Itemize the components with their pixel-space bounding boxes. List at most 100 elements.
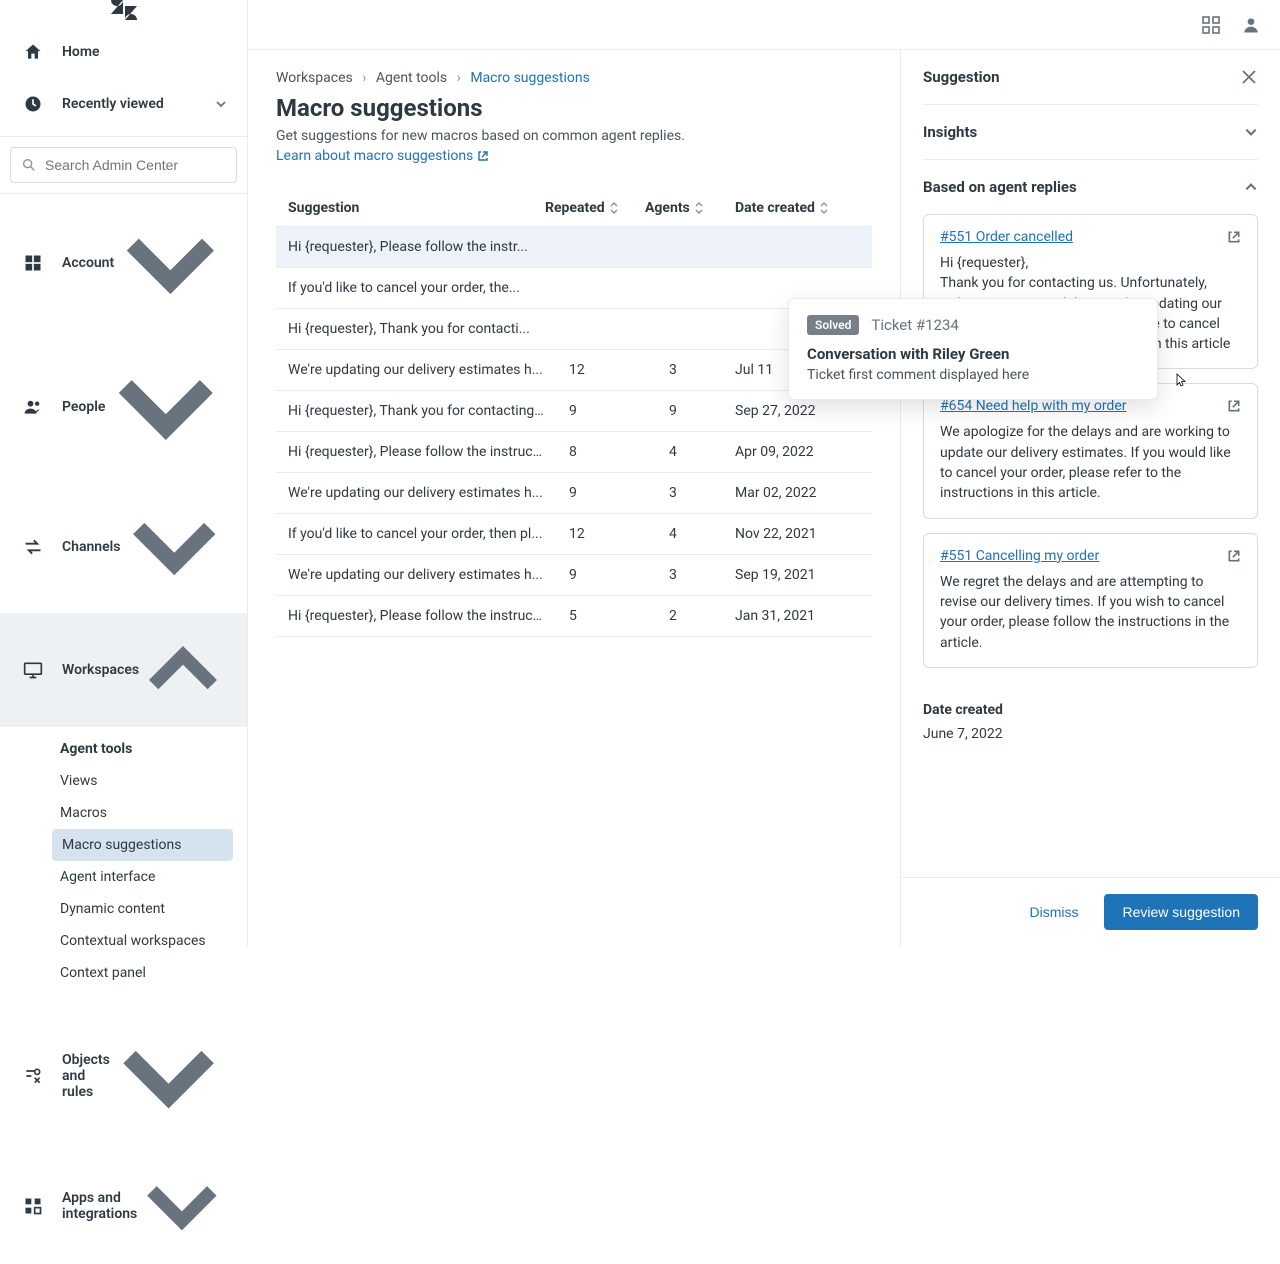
table-row[interactable]: Hi {requester}, Please follow the instru… [276, 432, 872, 473]
reply-ticket-link[interactable]: #551 Cancelling my order [940, 548, 1099, 564]
panel-section-replies: Based on agent replies #551 Order cancel… [923, 159, 1258, 668]
sidebar-item-home[interactable]: Home [0, 26, 247, 78]
sidebar: Home Recently viewed Account People [0, 0, 248, 946]
cell-date: Nov 22, 2021 [735, 526, 860, 542]
subnav-macro-suggestions[interactable]: Macro suggestions [52, 829, 233, 861]
subnav-agent-tools[interactable]: Agent tools [0, 733, 233, 765]
cursor-icon [1173, 372, 1189, 388]
cell-agents: 3 [645, 362, 735, 378]
account-icon [20, 250, 46, 276]
subnav-context-panel[interactable]: Context panel [0, 957, 233, 989]
table-header: Suggestion Repeated Agents Date created [276, 190, 872, 227]
search-input[interactable] [45, 157, 226, 173]
external-link-icon [477, 150, 489, 162]
breadcrumb-item[interactable]: Agent tools [376, 70, 447, 86]
table-row[interactable]: Hi {requester}, Thank you for contacting… [276, 391, 872, 432]
user-avatar-icon[interactable] [1240, 14, 1262, 36]
reply-ticket-link[interactable]: #551 Order cancelled [940, 229, 1073, 245]
sidebar-item-label: Home [62, 44, 227, 60]
cell-suggestion: Hi {requester}, Please follow the instru… [288, 608, 545, 624]
chevron-down-icon [137, 1161, 227, 1251]
th-repeated[interactable]: Repeated [545, 200, 645, 216]
dismiss-button[interactable]: Dismiss [1015, 894, 1092, 930]
sidebar-section-objects[interactable]: Objects and rules [0, 1005, 247, 1148]
ticket-id: Ticket #1234 [871, 316, 958, 334]
subnav-dynamic-content[interactable]: Dynamic content [0, 893, 233, 925]
learn-link[interactable]: Learn about macro suggestions [276, 148, 489, 164]
cell-repeated [545, 280, 645, 296]
breadcrumb-sep: › [362, 70, 366, 86]
close-icon[interactable] [1240, 68, 1258, 86]
th-agents[interactable]: Agents [645, 200, 735, 216]
cell-suggestion: Hi {requester}, Thank you for contacting… [288, 403, 545, 419]
review-suggestion-button[interactable]: Review suggestion [1104, 894, 1258, 930]
panel-section-insights: Insights [923, 104, 1258, 159]
cell-repeated: 5 [545, 608, 645, 624]
table-row[interactable]: If you'd like to cancel your order, then… [276, 514, 872, 555]
table-row[interactable]: Hi {requester}, Please follow the instr.… [276, 227, 872, 268]
table-row[interactable]: Hi {requester}, Thank you for contacti..… [276, 309, 872, 350]
sidebar-section-account[interactable]: Account [0, 194, 247, 333]
table-row[interactable]: Hi {requester}, Please follow the instru… [276, 596, 872, 637]
cell-repeated: 9 [545, 403, 645, 419]
sort-icon [819, 201, 829, 215]
subnav-agent-interface[interactable]: Agent interface [0, 861, 233, 893]
sidebar-section-apps[interactable]: Apps and integrations [0, 1148, 247, 1264]
clock-icon [20, 91, 46, 117]
section-head-insights[interactable]: Insights [923, 105, 1258, 159]
search-icon [21, 156, 37, 174]
sidebar-section-workspaces[interactable]: Workspaces [0, 613, 247, 727]
content-wrap: Workspaces › Agent tools › Macro suggest… [248, 50, 1280, 946]
table-row[interactable]: We're updating our delivery estimates h.… [276, 555, 872, 596]
cell-repeated: 9 [545, 567, 645, 583]
external-link-icon[interactable] [1227, 549, 1241, 563]
panel-title: Suggestion [923, 68, 1000, 86]
sidebar-item-label: Recently viewed [62, 96, 215, 112]
reply-ticket-link[interactable]: #654 Need help with my order [940, 398, 1127, 414]
subnav-views[interactable]: Views [0, 765, 233, 797]
breadcrumb-sep: › [457, 70, 461, 86]
cell-suggestion: We're updating our delivery estimates h.… [288, 362, 545, 378]
external-link-icon[interactable] [1227, 230, 1241, 244]
home-icon [20, 39, 46, 65]
popover-title: Conversation with Riley Green [807, 345, 1139, 363]
sidebar-section-channels[interactable]: Channels [0, 480, 247, 613]
subnav-contextual-workspaces[interactable]: Contextual workspaces [0, 925, 233, 957]
products-icon[interactable] [1200, 14, 1222, 36]
th-date-created[interactable]: Date created [735, 200, 860, 216]
center-content: Workspaces › Agent tools › Macro suggest… [248, 50, 900, 946]
sidebar-item-recently-viewed[interactable]: Recently viewed [0, 78, 247, 130]
sidebar-section-people[interactable]: People [0, 333, 247, 481]
people-icon [20, 394, 46, 420]
chevron-down-icon [105, 346, 227, 468]
cell-agents [645, 321, 735, 337]
logo-area [0, 0, 247, 20]
main: Workspaces › Agent tools › Macro suggest… [248, 0, 1280, 946]
workspaces-icon [20, 657, 46, 683]
breadcrumb-item[interactable]: Workspaces [276, 70, 353, 86]
panel-body: Insights Based on agent replies #551 Ord… [901, 104, 1280, 877]
reply-body: We regret the delays and are attempting … [940, 572, 1241, 653]
table-row[interactable]: We're updating our delivery estimates h.… [276, 350, 872, 391]
table-row[interactable]: If you'd like to cancel your order, the.… [276, 268, 872, 309]
reply-card: #654 Need help with my orderWe apologize… [923, 383, 1258, 518]
cell-suggestion: We're updating our delivery estimates h.… [288, 485, 545, 501]
workspaces-subnav: Agent tools Views Macros Macro suggestio… [0, 727, 247, 1005]
topbar [248, 0, 1280, 50]
reply-cards: #551 Order cancelledHi {requester},Thank… [923, 214, 1258, 668]
subnav-macros[interactable]: Macros [0, 797, 233, 829]
section-head-replies[interactable]: Based on agent replies [923, 160, 1258, 214]
ticket-preview-popover: Solved Ticket #1234 Conversation with Ri… [788, 298, 1158, 400]
section-label: Channels [62, 539, 121, 555]
cell-agents [645, 239, 735, 255]
sort-icon [694, 201, 704, 215]
section-label: People [62, 399, 105, 415]
chevron-up-icon [1244, 180, 1258, 194]
external-link-icon[interactable] [1227, 399, 1241, 413]
cell-suggestion: Hi {requester}, Thank you for contacti..… [288, 321, 545, 337]
section-label: Apps and integrations [62, 1190, 137, 1222]
sidebar-sections: Account People Channels Workspaces Agent… [0, 194, 247, 1264]
th-suggestion[interactable]: Suggestion [288, 200, 545, 216]
table-row[interactable]: We're updating our delivery estimates h.… [276, 473, 872, 514]
search-box[interactable] [10, 147, 237, 183]
